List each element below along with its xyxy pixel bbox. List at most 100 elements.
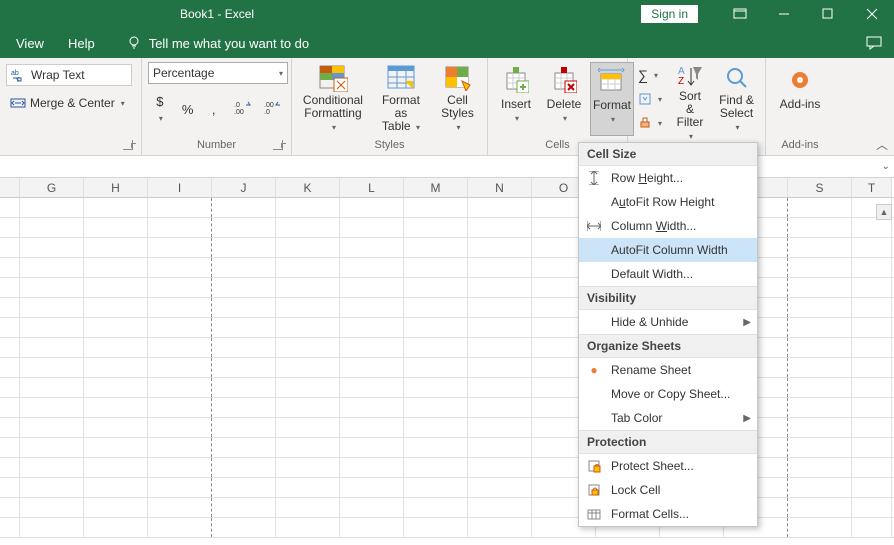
grid-cell[interactable] bbox=[212, 438, 276, 457]
insert-cells-button[interactable]: Insert▾ bbox=[494, 62, 538, 136]
tell-me-search[interactable]: Tell me what you want to do bbox=[115, 28, 321, 58]
grid-cell[interactable] bbox=[852, 358, 892, 377]
accounting-format-button[interactable]: $ ▾ bbox=[148, 92, 172, 126]
maximize-icon[interactable] bbox=[806, 0, 850, 28]
grid-cell[interactable] bbox=[788, 418, 852, 437]
grid-cell[interactable] bbox=[788, 218, 852, 237]
grid-cell[interactable] bbox=[404, 378, 468, 397]
column-header[interactable]: N bbox=[468, 178, 532, 197]
grid-cell[interactable] bbox=[212, 498, 276, 517]
grid-cell[interactable] bbox=[276, 198, 340, 217]
grid-cell[interactable] bbox=[468, 318, 532, 337]
grid-cell[interactable] bbox=[84, 238, 148, 257]
grid-cell[interactable] bbox=[148, 458, 212, 477]
grid-cell[interactable] bbox=[852, 498, 892, 517]
grid-cell[interactable] bbox=[0, 298, 20, 317]
grid-cell[interactable] bbox=[788, 298, 852, 317]
grid-cell[interactable] bbox=[788, 238, 852, 257]
column-header[interactable]: S bbox=[788, 178, 852, 197]
grid-cell[interactable] bbox=[84, 258, 148, 277]
grid-cell[interactable] bbox=[788, 498, 852, 517]
grid-cell[interactable] bbox=[852, 258, 892, 277]
grid-cell[interactable] bbox=[340, 198, 404, 217]
grid-cell[interactable] bbox=[788, 478, 852, 497]
grid-cell[interactable] bbox=[148, 338, 212, 357]
column-header[interactable]: J bbox=[212, 178, 276, 197]
grid-cell[interactable] bbox=[852, 418, 892, 437]
grid-cell[interactable] bbox=[84, 478, 148, 497]
grid-cell[interactable] bbox=[0, 478, 20, 497]
menu-move-copy-sheet[interactable]: Move or Copy Sheet... bbox=[579, 382, 757, 406]
grid-cell[interactable] bbox=[276, 338, 340, 357]
comments-icon[interactable] bbox=[854, 28, 894, 58]
column-header[interactable]: G bbox=[20, 178, 84, 197]
grid-cell[interactable] bbox=[468, 398, 532, 417]
grid-cell[interactable] bbox=[340, 418, 404, 437]
grid-cell[interactable] bbox=[404, 458, 468, 477]
grid-cell[interactable] bbox=[0, 278, 20, 297]
grid-cell[interactable] bbox=[404, 198, 468, 217]
grid-cell[interactable] bbox=[0, 358, 20, 377]
grid-cell[interactable] bbox=[84, 438, 148, 457]
sign-in-button[interactable]: Sign in bbox=[641, 5, 698, 23]
addins-button[interactable]: Add-ins bbox=[776, 62, 825, 136]
grid-cell[interactable] bbox=[276, 378, 340, 397]
number-format-select[interactable]: Percentage ▾ bbox=[148, 62, 288, 84]
grid-cell[interactable] bbox=[340, 378, 404, 397]
grid-cell[interactable] bbox=[0, 338, 20, 357]
grid-cell[interactable] bbox=[788, 398, 852, 417]
fill-button[interactable]: ▾ bbox=[634, 88, 666, 110]
grid-cell[interactable] bbox=[852, 378, 892, 397]
grid-cell[interactable] bbox=[0, 458, 20, 477]
grid-cell[interactable] bbox=[404, 238, 468, 257]
grid-cell[interactable] bbox=[148, 198, 212, 217]
menu-format-cells[interactable]: Format Cells... bbox=[579, 502, 757, 526]
grid-cell[interactable] bbox=[340, 258, 404, 277]
grid-cell[interactable] bbox=[84, 398, 148, 417]
grid-cell[interactable] bbox=[404, 258, 468, 277]
grid-cell[interactable] bbox=[84, 338, 148, 357]
menu-hide-unhide[interactable]: Hide & Unhide ▶ bbox=[579, 310, 757, 334]
grid-cell[interactable] bbox=[20, 238, 84, 257]
grid-cell[interactable] bbox=[468, 358, 532, 377]
grid-cell[interactable] bbox=[148, 418, 212, 437]
grid-cell[interactable] bbox=[852, 298, 892, 317]
grid-cell[interactable] bbox=[404, 298, 468, 317]
grid-cell[interactable] bbox=[148, 218, 212, 237]
grid-cell[interactable] bbox=[276, 298, 340, 317]
grid-cell[interactable] bbox=[84, 278, 148, 297]
grid-cell[interactable] bbox=[340, 458, 404, 477]
grid-cell[interactable] bbox=[212, 398, 276, 417]
grid-cell[interactable] bbox=[276, 518, 340, 537]
menu-row-height[interactable]: Row Height... bbox=[579, 166, 757, 190]
grid-cell[interactable] bbox=[468, 498, 532, 517]
grid-cell[interactable] bbox=[404, 218, 468, 237]
sort-filter-button[interactable]: AZ Sort & Filter ▾ bbox=[670, 62, 710, 136]
delete-cells-button[interactable]: Delete▾ bbox=[542, 62, 586, 136]
grid-cell[interactable] bbox=[148, 358, 212, 377]
grid-cell[interactable] bbox=[212, 358, 276, 377]
grid-cell[interactable] bbox=[788, 438, 852, 457]
menu-lock-cell[interactable]: Lock Cell bbox=[579, 478, 757, 502]
grid-cell[interactable] bbox=[852, 338, 892, 357]
grid-cell[interactable] bbox=[212, 378, 276, 397]
minimize-icon[interactable] bbox=[762, 0, 806, 28]
format-as-table-button[interactable]: Format as Table ▾ bbox=[372, 62, 430, 136]
grid-cell[interactable] bbox=[84, 318, 148, 337]
grid-cell[interactable] bbox=[340, 338, 404, 357]
grid-cell[interactable] bbox=[276, 218, 340, 237]
grid-cell[interactable] bbox=[20, 398, 84, 417]
spreadsheet-grid[interactable]: G H I J K L M N O S T bbox=[0, 178, 894, 538]
grid-cell[interactable] bbox=[276, 358, 340, 377]
grid-cell[interactable] bbox=[0, 518, 20, 537]
grid-cell[interactable] bbox=[20, 298, 84, 317]
grid-cell[interactable] bbox=[148, 258, 212, 277]
grid-cell[interactable] bbox=[852, 238, 892, 257]
grid-cell[interactable] bbox=[340, 218, 404, 237]
grid-cell[interactable] bbox=[468, 198, 532, 217]
grid-cell[interactable] bbox=[20, 518, 84, 537]
menu-autofit-row-height[interactable]: AutoFit Row Height bbox=[579, 190, 757, 214]
comma-format-button[interactable]: , bbox=[204, 100, 224, 119]
grid-cell[interactable] bbox=[0, 318, 20, 337]
grid-cell[interactable] bbox=[276, 238, 340, 257]
